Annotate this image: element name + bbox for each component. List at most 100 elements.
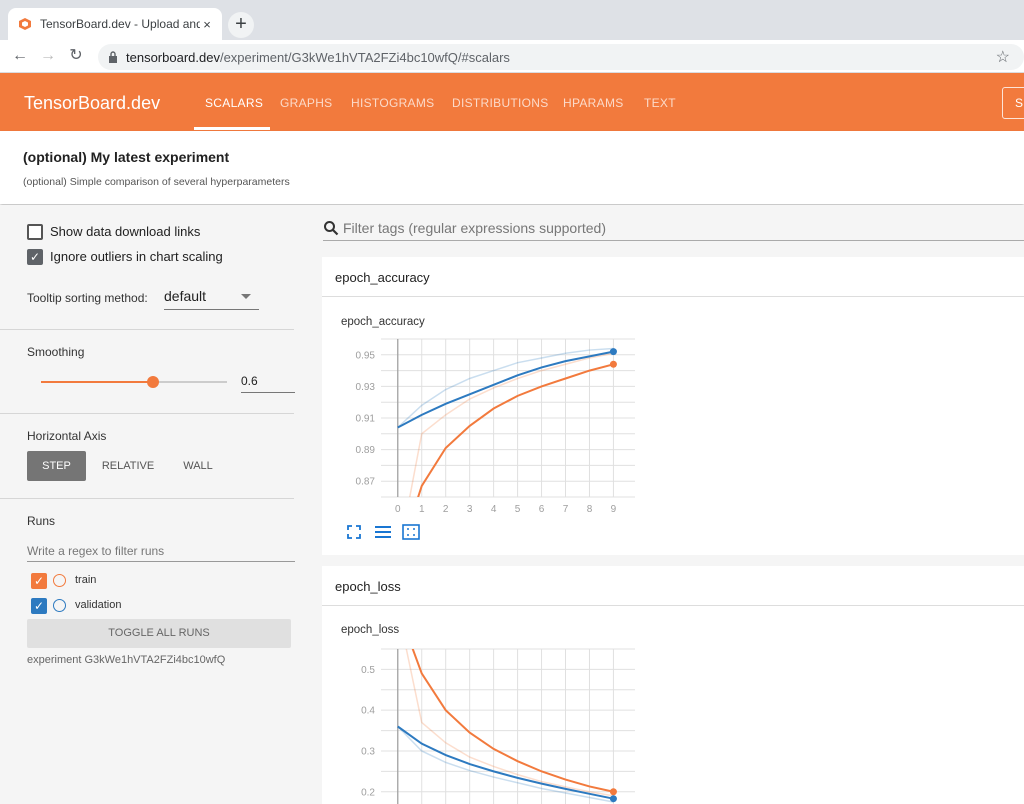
series-endpoint-train (609, 788, 617, 796)
run-validation-label[interactable]: validation (75, 599, 121, 611)
browser-toolbar: ← → ↻ tensorboard.dev/experiment/G3kWe1h… (0, 40, 1024, 73)
x-tick-label: 2 (443, 504, 449, 515)
new-tab-button[interactable]: + (228, 12, 254, 38)
smoothing-label: Smoothing (27, 345, 85, 359)
bookmark-star-icon[interactable]: ☆ (996, 47, 1010, 67)
x-tick-label: 1 (419, 504, 425, 515)
section-header-epoch-loss[interactable]: epoch_loss (322, 566, 1024, 606)
x-tick-label: 7 (563, 504, 569, 515)
experiment-info: (optional) My latest experiment (optiona… (0, 131, 1024, 204)
tab-distributions[interactable]: DISTRIBUTIONS (452, 96, 549, 110)
experiment-id-text: experiment G3kWe1hVTA2FZi4bc10wfQ (27, 654, 226, 666)
runs-filter-input[interactable]: Write a regex to filter runs (27, 540, 295, 562)
ignore-outliers-checkbox[interactable]: ✓ (27, 249, 43, 265)
tooltip-sorting-label: Tooltip sorting method: (27, 291, 148, 305)
show-download-links-label[interactable]: Show data download links (50, 224, 200, 239)
tab-hparams[interactable]: HPARAMS (563, 96, 624, 110)
smoothing-slider-thumb[interactable] (146, 376, 159, 388)
tab-text[interactable]: TEXT (644, 96, 676, 110)
y-tick-label: 0.89 (356, 445, 376, 456)
series-line-validation (397, 725, 614, 800)
y-tick-label: 0.4 (361, 706, 375, 717)
series-group (397, 649, 614, 803)
y-tick-label: 0.3 (361, 746, 375, 757)
x-tick-label: 8 (587, 504, 593, 515)
y-tick-label: 0.5 (361, 665, 375, 676)
sidebar-divider (0, 413, 294, 414)
series-endpoint-validation (609, 348, 617, 356)
series-group (397, 347, 614, 497)
runs-label: Runs (27, 514, 56, 528)
axis-wall-button[interactable]: WALL (172, 451, 224, 481)
sidebar-divider (0, 329, 294, 330)
x-tick-label: 4 (491, 504, 497, 515)
tab-graphs[interactable]: GRAPHS (280, 96, 332, 110)
tensorboard-favicon-icon (19, 18, 31, 30)
run-train-label[interactable]: train (75, 574, 96, 586)
fit-domain-icon[interactable] (402, 523, 420, 541)
axis-step-button[interactable]: STEP (27, 451, 86, 481)
screen: TensorBoard.dev - Upload and × + ← → ↻ t… (0, 0, 1024, 804)
chart-title-epoch-loss: epoch_loss (341, 624, 400, 636)
sign-in-button[interactable]: S (1002, 87, 1024, 119)
url-path: /experiment/G3kWe1hVTA2FZi4bc10wfQ/#scal… (219, 49, 510, 65)
horizontal-axis-label: Horizontal Axis (27, 429, 107, 443)
reload-icon[interactable]: ↻ (66, 46, 86, 66)
series-raw-line-train (408, 352, 614, 497)
axis-relative-button[interactable]: RELATIVE (94, 451, 162, 481)
tooltip-sorting-value: default (164, 288, 207, 304)
y-tick-label: 0.91 (356, 414, 376, 425)
section-header-epoch-accuracy[interactable]: epoch_accuracy (322, 257, 1024, 297)
chevron-down-icon (241, 294, 251, 299)
tag-filter-placeholder: Filter tags (regular expressions support… (343, 220, 607, 236)
browser-tab-strip: TensorBoard.dev - Upload and × + (0, 0, 1024, 40)
experiment-description: (optional) Simple comparison of several … (23, 176, 290, 188)
sidebar-divider (0, 498, 294, 499)
active-tab-indicator (194, 127, 270, 130)
back-arrow-icon[interactable]: ← (10, 46, 30, 66)
address-bar[interactable]: tensorboard.dev/experiment/G3kWe1hVTA2FZ… (98, 44, 1024, 70)
series-endpoint-validation (609, 795, 617, 803)
app-brand[interactable]: TensorBoard.dev (24, 93, 160, 114)
y-tick-label: 0.93 (356, 382, 376, 393)
tooltip-sorting-select[interactable]: default (164, 288, 259, 310)
data-table-icon[interactable] (374, 523, 392, 541)
series-endpoint-train (609, 360, 617, 368)
ignore-outliers-label[interactable]: Ignore outliers in chart scaling (50, 249, 223, 264)
y-tick-label: 0.95 (356, 350, 376, 361)
x-tick-label: 3 (467, 504, 473, 515)
x-tick-label: 6 (539, 504, 545, 515)
experiment-title: (optional) My latest experiment (23, 149, 230, 165)
url-host: tensorboard.dev (126, 49, 220, 65)
series-line-validation (397, 350, 614, 429)
toggle-all-runs-button[interactable]: TOGGLE ALL RUNS (27, 619, 291, 648)
y-tick-label: 0.87 (356, 477, 376, 488)
run-train-color-icon[interactable] (53, 574, 66, 587)
app-header: TensorBoard.dev SCALARS GRAPHS HISTOGRAM… (0, 73, 1024, 131)
run-validation-checkbox[interactable]: ✓ (31, 598, 47, 614)
x-tick-label: 0 (395, 504, 401, 515)
x-tick-label: 5 (515, 504, 521, 515)
close-tab-icon[interactable]: × (200, 17, 214, 32)
smoothing-slider-fill (41, 381, 153, 383)
tag-filter-input[interactable]: Filter tags (regular expressions support… (323, 217, 1024, 241)
tab-histograms[interactable]: HISTOGRAMS (351, 96, 434, 110)
smoothing-value-input[interactable]: 0.6 (241, 373, 295, 393)
epoch-loss-chart[interactable]: 0.2 0.3 0.4 0.5 (341, 643, 641, 804)
browser-tab-title: TensorBoard.dev - Upload and (40, 17, 200, 31)
tab-scalars[interactable]: SCALARS (205, 96, 263, 110)
chart-title-epoch-accuracy: epoch_accuracy (341, 316, 425, 328)
forward-arrow-icon[interactable]: → (38, 46, 58, 66)
search-icon (324, 221, 339, 236)
x-tick-label: 9 (611, 504, 617, 515)
lock-icon (109, 51, 117, 63)
series-raw-line-train (405, 649, 614, 797)
run-validation-color-icon[interactable] (53, 599, 66, 612)
y-tick-label: 0.2 (361, 787, 375, 798)
epoch-accuracy-chart[interactable]: 0.87 0.89 0.91 0.93 0.95 0 1 2 3 4 5 6 7 8 9 (341, 333, 641, 521)
browser-tab[interactable]: TensorBoard.dev - Upload and × (8, 8, 222, 40)
run-train-checkbox[interactable]: ✓ (31, 573, 47, 589)
show-download-links-checkbox[interactable] (27, 224, 43, 240)
fullscreen-icon[interactable] (345, 523, 363, 541)
series-line-train (411, 649, 614, 793)
